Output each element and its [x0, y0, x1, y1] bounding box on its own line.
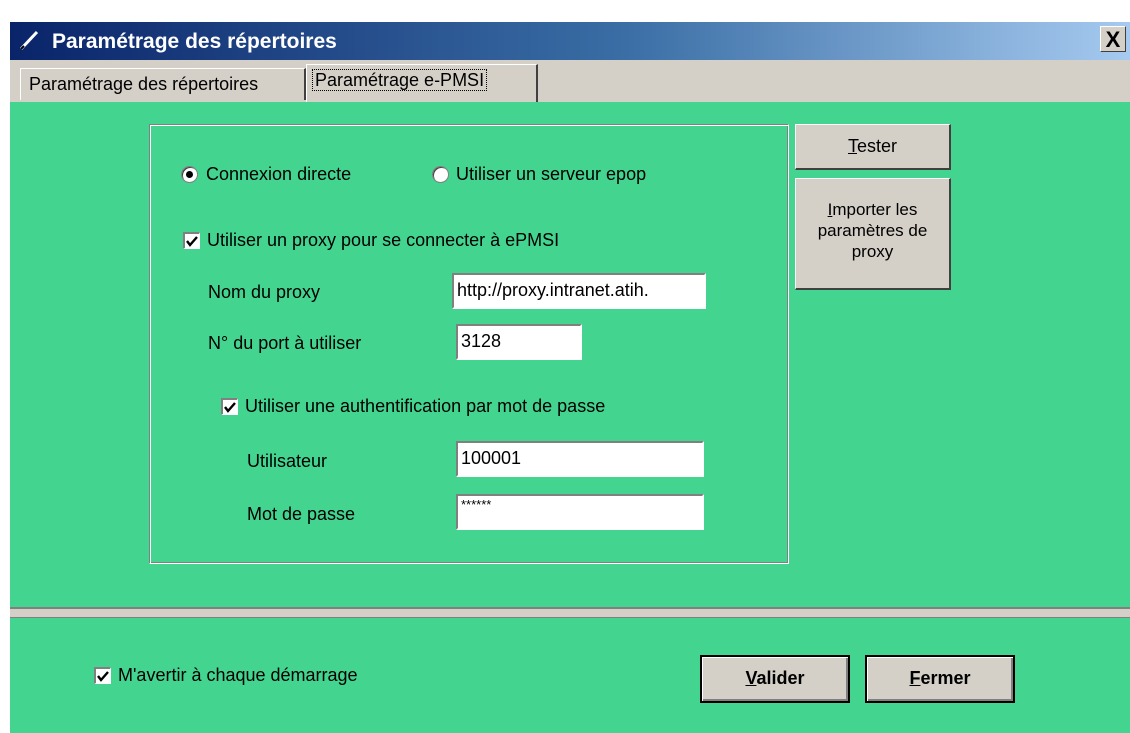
- use-auth-label: Utiliser une authentification par mot de…: [245, 396, 606, 416]
- epmsi-settings-panel: Connexion directe Utiliser un serveur ep…: [10, 102, 1130, 733]
- use-proxy-checkbox[interactable]: [183, 232, 200, 249]
- test-button-label: ester: [856, 136, 898, 156]
- close-dialog-label: ermer: [920, 668, 971, 688]
- warn-on-start-checkbox[interactable]: [94, 667, 111, 684]
- radio-selected-dot: [186, 171, 193, 178]
- warn-on-start-label: M'avertir à chaque démarrage: [118, 665, 358, 685]
- tab-repertoires-label: Paramétrage des répertoires: [29, 74, 259, 94]
- proxy-port-label: N° du port à utiliser: [208, 333, 362, 353]
- checkmark-icon: [186, 236, 198, 247]
- use-proxy-label: Utiliser un proxy pour se connecter à eP…: [207, 230, 560, 250]
- password-field[interactable]: ******: [456, 494, 704, 530]
- user-field[interactable]: 100001: [456, 441, 704, 477]
- separator-shadow: [10, 617, 1130, 618]
- radio-epop-label: Utiliser un serveur epop: [456, 164, 647, 184]
- import-button-line3: proxy: [851, 242, 894, 261]
- window-titlebar[interactable]: Paramétrage des répertoires X: [10, 22, 1130, 60]
- radio-direct-connection[interactable]: [181, 166, 198, 183]
- close-dialog-button[interactable]: Fermer: [865, 655, 1015, 703]
- radio-direct-label: Connexion directe: [206, 164, 352, 184]
- tab-epmsi-label: Paramétrage e-PMSI: [311, 69, 488, 91]
- validate-button-label: alider: [756, 668, 805, 688]
- test-button-mnemonic: T: [847, 136, 857, 156]
- radio-epop-server[interactable]: [432, 166, 449, 183]
- close-button-mnemonic: F: [909, 668, 921, 688]
- validate-button-mnemonic: V: [745, 668, 757, 688]
- user-label: Utilisateur: [247, 451, 328, 471]
- window-title: Paramétrage des répertoires: [52, 30, 337, 53]
- import-button-line1: mporter les: [832, 200, 918, 219]
- proxy-name-field[interactable]: http://proxy.intranet.atih.: [452, 273, 706, 309]
- use-auth-checkbox[interactable]: [221, 398, 238, 415]
- checkmark-icon: [97, 671, 109, 682]
- import-button-line2: paramètres de: [817, 221, 928, 240]
- password-label: Mot de passe: [247, 504, 356, 524]
- close-button[interactable]: X: [1100, 26, 1126, 52]
- separator-band: [10, 609, 1130, 617]
- proxy-name-label: Nom du proxy: [208, 282, 321, 302]
- pencil-icon: [18, 28, 42, 52]
- test-button[interactable]: Tester: [795, 124, 951, 170]
- validate-button[interactable]: Valider: [700, 655, 850, 703]
- proxy-port-field[interactable]: 3128: [456, 324, 582, 360]
- tab-epmsi[interactable]: Paramétrage e-PMSI: [306, 64, 538, 102]
- tab-strip: Paramétrage des répertoires Paramétrage …: [10, 60, 1130, 102]
- import-proxy-settings-button[interactable]: Importer les paramètres de proxy: [795, 178, 951, 290]
- tab-repertoires[interactable]: Paramétrage des répertoires: [20, 68, 306, 100]
- checkmark-icon: [224, 402, 236, 413]
